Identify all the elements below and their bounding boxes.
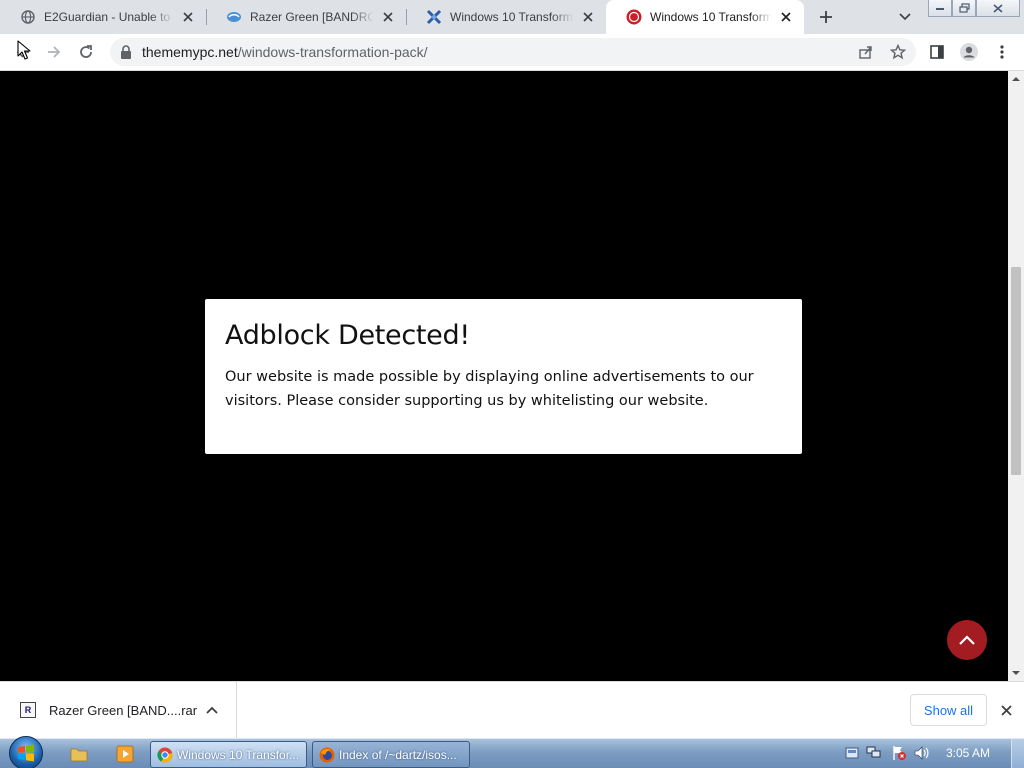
menu-button[interactable] — [989, 39, 1015, 65]
close-download-bar-button[interactable] — [997, 701, 1015, 719]
lock-icon[interactable] — [120, 45, 132, 59]
close-icon — [993, 3, 1003, 13]
razer-icon — [226, 9, 242, 25]
firefox-icon — [319, 747, 335, 762]
page-scrollbar[interactable] — [1008, 71, 1024, 681]
profile-avatar-icon — [960, 43, 978, 61]
reload-icon — [80, 45, 92, 58]
media-player-launch-icon[interactable] — [115, 744, 135, 764]
chrome-icon — [157, 747, 173, 763]
reload-button[interactable] — [73, 39, 99, 65]
transform-icon — [426, 9, 442, 25]
url-path: /windows-transformation-pack/ — [237, 44, 428, 60]
url-text[interactable]: thememypc.net/windows-transformation-pac… — [142, 44, 428, 60]
tab-close-icon[interactable] — [778, 9, 794, 25]
windows-logo-icon — [18, 744, 34, 762]
download-filename: Razer Green [BAND....rar — [49, 703, 198, 718]
thememypc-icon — [626, 9, 642, 25]
new-tab-button[interactable] — [814, 5, 838, 29]
browser-toolbar: thememypc.net/windows-transformation-pac… — [0, 34, 1024, 71]
tab-title: Windows 10 Transformation — [450, 10, 574, 24]
scroll-up-arrow-icon[interactable] — [1008, 71, 1024, 87]
tab-close-icon[interactable] — [380, 9, 396, 25]
close-window-button[interactable] — [976, 0, 1020, 17]
tray-app-icon[interactable] — [844, 745, 860, 761]
restore-button[interactable] — [952, 0, 976, 17]
network-icon[interactable] — [866, 745, 882, 761]
share-button[interactable] — [856, 42, 876, 62]
chevron-down-icon — [899, 13, 911, 21]
tab-windows-transformation-active[interactable]: Windows 10 Transformation — [606, 0, 804, 34]
chevron-up-icon — [206, 706, 218, 714]
minimize-button[interactable] — [928, 0, 952, 17]
profile-button[interactable] — [956, 39, 982, 65]
modal-body: Our website is made possible by displayi… — [225, 369, 754, 409]
tab-close-icon[interactable] — [580, 9, 596, 25]
tab-e2guardian[interactable]: E2Guardian - Unable to load — [0, 0, 206, 34]
tab-windows-transformation[interactable]: Windows 10 Transformation — [406, 0, 606, 34]
plus-icon — [820, 11, 832, 23]
tab-razer-green[interactable]: Razer Green [BANDROCK] — [206, 0, 406, 34]
volume-icon[interactable] — [914, 745, 930, 761]
side-panel-icon — [930, 45, 944, 59]
scrollbar-thumb[interactable] — [1011, 267, 1021, 475]
mouse-cursor-icon — [17, 40, 31, 60]
task-label: Index of /~dartz/isos... — [339, 747, 457, 762]
modal-title: Adblock Detected! — [225, 320, 470, 351]
explorer-launch-icon[interactable] — [69, 744, 89, 764]
download-options-button[interactable] — [204, 702, 220, 718]
download-bar: R Razer Green [BAND....rar Show all — [0, 681, 1024, 738]
rar-file-icon: R — [20, 702, 36, 718]
restore-icon — [958, 3, 970, 13]
minimize-icon — [936, 8, 944, 10]
show-desktop-button[interactable] — [1011, 739, 1024, 768]
close-icon — [1000, 704, 1012, 716]
scroll-to-top-button[interactable] — [947, 620, 987, 660]
chevron-up-icon — [959, 635, 975, 645]
forward-button[interactable] — [41, 39, 67, 65]
tab-title: Razer Green [BANDROCK] — [250, 10, 374, 24]
star-icon — [890, 44, 906, 60]
taskbar-task-chrome[interactable]: Windows 10 Transfor... — [150, 741, 307, 768]
share-icon — [859, 46, 872, 59]
url-host: thememypc.net — [142, 44, 238, 60]
tab-title: E2Guardian - Unable to load — [44, 10, 174, 24]
taskbar-task-firefox[interactable]: Index of /~dartz/isos... — [312, 741, 470, 768]
bookmark-button[interactable] — [888, 42, 908, 62]
taskbar-clock[interactable]: 3:05 AM — [946, 746, 990, 760]
tab-close-icon[interactable] — [180, 9, 196, 25]
download-item[interactable]: R Razer Green [BAND....rar — [0, 682, 237, 738]
action-center-error-icon[interactable] — [891, 745, 907, 761]
windows-taskbar: Windows 10 Transfor... Index of /~dartz/… — [0, 736, 1024, 768]
start-button[interactable] — [9, 736, 43, 768]
address-bar[interactable]: thememypc.net/windows-transformation-pac… — [110, 38, 916, 66]
page-viewport: Adblock Detected! Our website is made po… — [0, 71, 1008, 681]
adblock-modal: Adblock Detected! Our website is made po… — [205, 299, 802, 454]
tab-title: Windows 10 Transformation — [650, 10, 772, 24]
kebab-menu-icon — [1000, 45, 1004, 59]
forward-arrow-icon — [48, 46, 61, 58]
tab-strip: E2Guardian - Unable to load Razer Green … — [0, 0, 1024, 34]
show-all-downloads-button[interactable]: Show all — [910, 694, 987, 726]
task-label: Windows 10 Transfor... — [177, 747, 300, 762]
side-panel-button[interactable] — [924, 39, 950, 65]
globe-icon — [20, 9, 36, 25]
tab-search-button[interactable] — [894, 5, 916, 29]
scroll-down-arrow-icon[interactable] — [1008, 665, 1024, 681]
